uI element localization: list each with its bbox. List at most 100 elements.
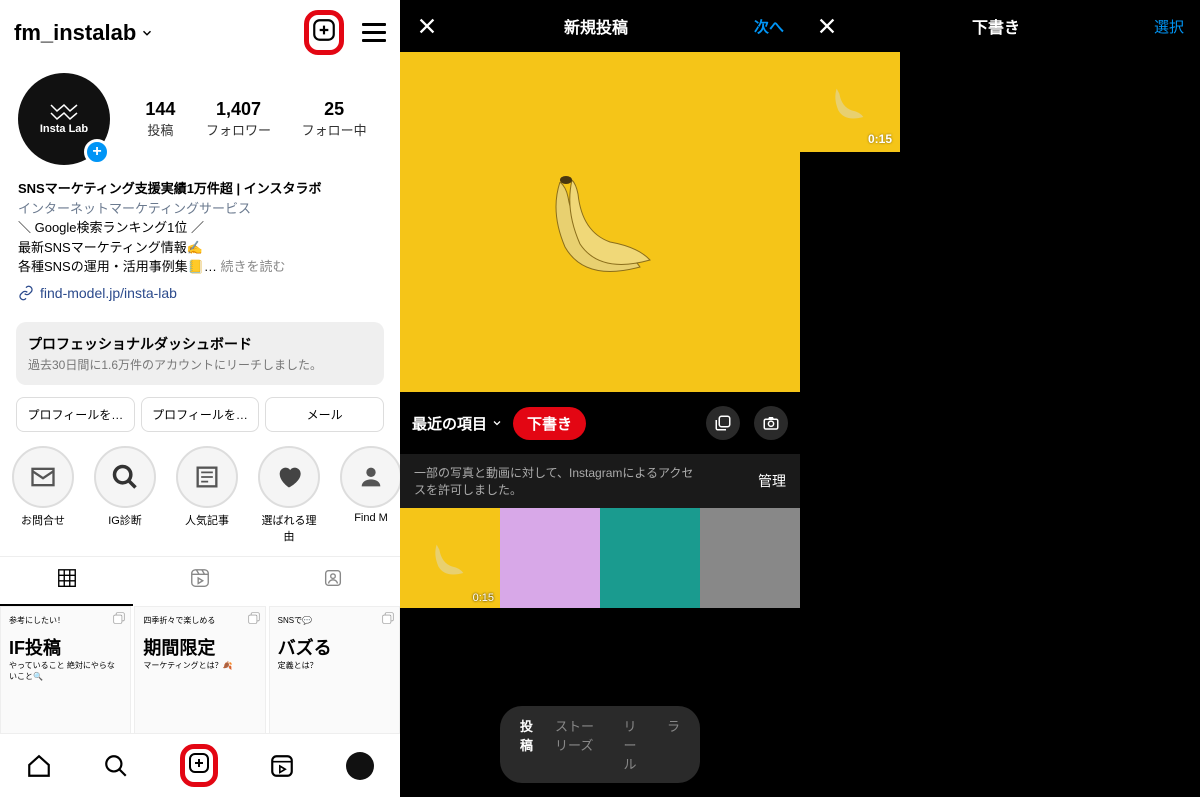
email-button[interactable]: メール <box>265 397 384 432</box>
picker-controls: 最近の項目 下書き <box>400 392 800 454</box>
select-button[interactable]: 選択 <box>1154 16 1184 37</box>
access-message: 一部の写真と動画に対して、Instagramによるアクセスを許可しました。 <box>414 464 694 498</box>
create-icon <box>187 751 211 775</box>
username-dropdown[interactable]: fm_instalab <box>14 20 154 46</box>
header-actions <box>304 10 386 55</box>
reels-icon <box>189 567 211 589</box>
share-profile-button[interactable]: プロフィールを… <box>141 397 260 432</box>
profile-nav-icon[interactable] <box>346 752 374 780</box>
reels-tab[interactable] <box>133 557 266 606</box>
tagged-icon <box>322 567 344 589</box>
search-icon[interactable] <box>103 753 129 779</box>
read-more[interactable]: 続きを読む <box>221 259 286 274</box>
bio-link[interactable]: find-model.jp/insta-lab <box>18 283 382 304</box>
posts-grid: 参考にしたい！IF投稿やっていること 絶対にやらないこと🔍 四季折々で楽しめる期… <box>0 606 400 737</box>
bio-line: 各種SNSの運用・活用事例集📒… 続きを読む <box>18 257 382 277</box>
banana-thumb-icon <box>820 77 880 127</box>
carousel-icon <box>381 611 395 625</box>
banana-thumb-icon <box>420 533 480 583</box>
media-thumb[interactable] <box>600 508 700 608</box>
mode-reel[interactable]: リール <box>624 716 649 773</box>
mode-story[interactable]: ストーリーズ <box>555 716 606 773</box>
carousel-icon <box>112 611 126 625</box>
drafts-title: 下書き <box>972 14 1020 38</box>
camera-button[interactable] <box>754 406 788 440</box>
new-post-screen: 新規投稿 次へ 最近の項目 下書き 一部の写真と動画に対して、Instagram… <box>400 0 800 797</box>
access-notice: 一部の写真と動画に対して、Instagramによるアクセスを許可しました。 管理 <box>400 454 800 508</box>
drafts-header: 下書き 選択 <box>800 0 1200 52</box>
media-preview[interactable] <box>400 52 800 392</box>
profile-tabs <box>0 556 400 606</box>
tagged-tab[interactable] <box>267 557 400 606</box>
username: fm_instalab <box>14 20 136 46</box>
stack-icon <box>714 414 732 432</box>
highlight-item[interactable]: 選ばれる理由 <box>258 446 320 544</box>
create-icon <box>311 17 337 43</box>
following-stat[interactable]: 25フォロー中 <box>302 99 367 139</box>
highlight-item[interactable]: IG診断 <box>94 446 156 544</box>
edit-profile-button[interactable]: プロフィールを… <box>16 397 135 432</box>
bio-line: 最新SNSマーケティング情報✍️ <box>18 238 382 258</box>
highlight-item[interactable]: 人気記事 <box>176 446 238 544</box>
draft-button-highlighted[interactable]: 下書き <box>513 407 586 440</box>
highlight-item[interactable]: お問合せ <box>12 446 74 544</box>
news-icon <box>193 463 221 491</box>
multi-select-button[interactable] <box>706 406 740 440</box>
media-thumb[interactable] <box>700 508 800 608</box>
drafts-screen: 下書き 選択 0:15 <box>800 0 1200 797</box>
media-thumbnails: 0:15 <box>400 508 800 608</box>
bio-category: インターネットマーケティングサービス <box>18 199 382 219</box>
posts-stat[interactable]: 144投稿 <box>145 99 175 139</box>
new-post-header: 新規投稿 次へ <box>400 0 800 52</box>
add-story-badge[interactable]: + <box>84 139 110 165</box>
followers-stat[interactable]: 1,407フォロワー <box>206 99 271 139</box>
grid-icon <box>56 567 78 589</box>
new-post-title: 新規投稿 <box>564 14 628 38</box>
post-thumbnail[interactable]: 参考にしたい！IF投稿やっていること 絶対にやらないこと🔍 <box>0 606 131 737</box>
dashboard-title: プロフェッショナルダッシュボード <box>28 334 372 354</box>
post-mode-selector[interactable]: 投稿 ストーリーズ リール ラ <box>500 706 700 783</box>
media-thumb[interactable]: 0:15 <box>400 508 500 608</box>
profile-header: fm_instalab <box>0 0 400 65</box>
dashboard-subtitle: 過去30日間に1.6万件のアカウントにリーチしました。 <box>28 356 372 373</box>
bio-name: SNSマーケティング支援実績1万件超 | インスタラボ <box>18 179 382 199</box>
post-thumbnail[interactable]: 四季折々で楽しめる期間限定マーケティングとは？🍂 <box>134 606 265 737</box>
chevron-down-icon <box>140 26 154 40</box>
story-highlights: お問合せ IG診断 人気記事 選ばれる理由 Find M <box>0 432 400 552</box>
manage-button[interactable]: 管理 <box>758 471 786 491</box>
next-button[interactable]: 次へ <box>754 16 784 37</box>
mode-live[interactable]: ラ <box>667 716 680 773</box>
bottom-nav <box>0 733 400 797</box>
album-picker[interactable]: 最近の項目 <box>412 413 503 434</box>
profile-avatar[interactable]: Insta Lab + <box>18 73 110 165</box>
dashboard-card[interactable]: プロフェッショナルダッシュボード 過去30日間に1.6万件のアカウントにリーチし… <box>16 322 384 385</box>
post-thumbnail[interactable]: SNSで💬バズる定義とは？ <box>269 606 400 737</box>
create-post-highlighted[interactable] <box>304 10 344 55</box>
bio-line: ＼ Google検索ランキング1位 ／ <box>18 218 382 238</box>
profile-bio: SNSマーケティング支援実績1万件超 | インスタラボ インターネットマーケティ… <box>0 173 400 310</box>
search-icon <box>111 463 139 491</box>
close-icon[interactable] <box>816 15 838 37</box>
highlight-item[interactable]: Find M <box>340 446 400 544</box>
carousel-icon <box>247 611 261 625</box>
create-nav-highlighted[interactable] <box>180 744 218 787</box>
media-thumb[interactable] <box>500 508 600 608</box>
profile-stats: Insta Lab + 144投稿 1,407フォロワー 25フォロー中 <box>0 65 400 173</box>
action-buttons: プロフィールを… プロフィールを… メール <box>0 397 400 432</box>
person-icon <box>357 463 385 491</box>
mode-post[interactable]: 投稿 <box>520 716 537 773</box>
video-duration: 0:15 <box>473 592 494 604</box>
profile-screen: fm_instalab Insta Lab + 144投稿 1,407フォロワー… <box>0 0 400 797</box>
menu-button[interactable] <box>362 23 386 42</box>
camera-icon <box>762 414 780 432</box>
home-icon[interactable] <box>26 753 52 779</box>
banana-image <box>510 152 690 292</box>
grid-tab[interactable] <box>0 557 133 606</box>
avatar-logo-icon <box>49 103 79 121</box>
chevron-down-icon <box>491 417 503 429</box>
close-icon[interactable] <box>416 15 438 37</box>
draft-item[interactable]: 0:15 <box>800 52 900 152</box>
heart-icon <box>275 463 303 491</box>
draft-duration: 0:15 <box>868 132 892 146</box>
reels-icon[interactable] <box>269 753 295 779</box>
